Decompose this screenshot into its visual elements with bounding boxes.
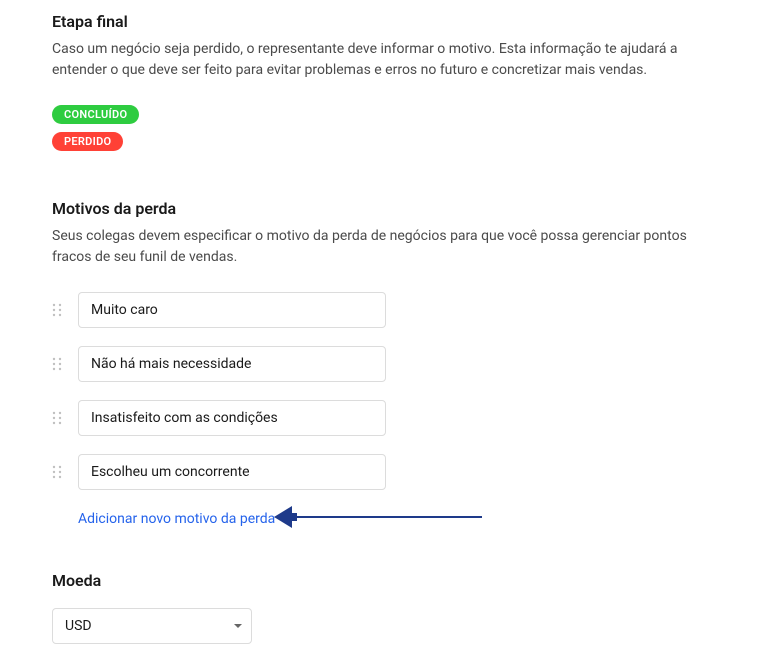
loss-reason-row: [52, 454, 709, 490]
currency-title: Moeda: [52, 571, 709, 590]
loss-reason-input[interactable]: [78, 292, 386, 328]
loss-reason-row: [52, 400, 709, 436]
loss-reason-input[interactable]: [78, 400, 386, 436]
loss-reason-input[interactable]: [78, 346, 386, 382]
loss-reasons-description: Seus colegas devem especificar o motivo …: [52, 226, 709, 268]
loss-reason-row: [52, 292, 709, 328]
currency-section: Moeda USD: [52, 571, 709, 644]
drag-handle-icon[interactable]: [52, 303, 76, 317]
loss-reasons-list: Adicionar novo motivo da perda: [52, 292, 709, 557]
loss-reason-input[interactable]: [78, 454, 386, 490]
loss-reasons-title: Motivos da perda: [52, 199, 709, 218]
add-loss-reason-link[interactable]: Adicionar novo motivo da perda: [78, 511, 275, 527]
arrow-annotation-icon: [272, 502, 482, 532]
currency-select[interactable]: USD: [52, 608, 252, 644]
final-stage-title: Etapa final: [52, 12, 709, 31]
drag-handle-icon[interactable]: [52, 357, 76, 371]
final-stage-description: Caso um negócio seja perdido, o represen…: [52, 39, 709, 81]
drag-handle-icon[interactable]: [52, 411, 76, 425]
loss-reason-row: [52, 346, 709, 382]
lost-badge[interactable]: PERDIDO: [52, 132, 123, 151]
drag-handle-icon[interactable]: [52, 465, 76, 479]
status-badges: CONCLUÍDO PERDIDO: [52, 105, 709, 159]
completed-badge[interactable]: CONCLUÍDO: [52, 105, 139, 124]
